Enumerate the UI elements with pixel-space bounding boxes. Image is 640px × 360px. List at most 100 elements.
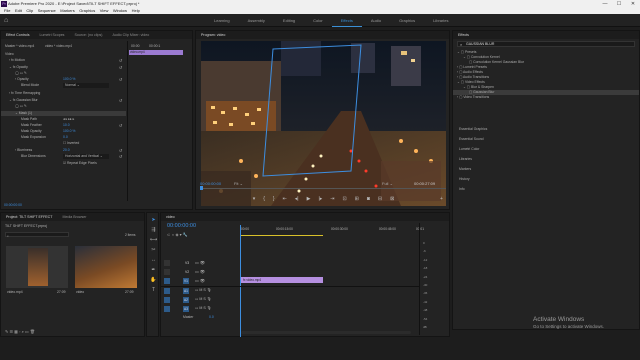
a1-target[interactable] [164,288,170,294]
project-search-input[interactable]: ⌕ [5,232,69,238]
workspace-audio[interactable]: Audio [362,14,390,27]
v1-label[interactable]: V1 [183,278,189,284]
panel-essential-sound[interactable]: Essential Sound [459,137,484,142]
ec-row-time-remapping[interactable]: › fx Time Remapping [9,91,40,96]
reset-icon[interactable]: ↺ [119,148,122,153]
timeline-toolbar-icons[interactable]: ⊂ ∩ ◈ ▾ 🔧 [167,232,188,237]
selection-tool-icon[interactable]: ➤ [150,217,157,224]
a2-controls[interactable]: ▭ M S 🎙 [195,297,211,301]
tab-timeline-video[interactable]: video [161,213,180,221]
tab-program[interactable]: Program: video [196,31,230,39]
type-icon[interactable]: T [150,287,157,294]
workspace-learning[interactable]: Learning [205,14,239,27]
mask-opacity-value[interactable]: 100.0 % [63,129,75,134]
panel-lumetri-color[interactable]: Lumetri Color [459,147,479,152]
workspace-effects[interactable]: Effects [331,14,362,27]
timeline-hscrollbar[interactable] [241,331,411,334]
a3-controls[interactable]: ▭ M S 🎙 [195,306,211,310]
a3-label[interactable]: A3 [183,306,189,312]
blur-dimensions-select[interactable]: Horizontal and Vertical ⌄ [63,154,109,159]
blend-mode-select[interactable]: Normal ⌄ [63,83,109,88]
minimize-button[interactable]: — [598,0,612,8]
ec-row-blurriness[interactable]: › Blurriness [15,148,32,153]
lift-icon[interactable]: ⊡ [342,196,346,208]
slip-icon[interactable]: ↔ [150,257,157,264]
mask-path-controls[interactable]: ◂ ▸ ▸▸ ▸ [63,117,74,122]
mark-in-icon[interactable]: { [263,196,265,208]
step-forward-icon[interactable]: |▸ [318,196,322,208]
v3-toggles[interactable]: ▭ 👁 [195,260,205,265]
close-button[interactable]: ✕ [626,0,640,8]
panel-info[interactable]: Info [459,187,465,192]
ec-row-opacity[interactable]: ⌄ fx Opacity [9,65,28,70]
ec-row-gaussian-blur[interactable]: ⌄ fx Gaussian Blur [9,98,38,103]
compare-icon[interactable]: ⊟ [378,196,382,208]
step-back-icon[interactable]: ◂| [295,196,299,208]
work-area-bar[interactable] [241,235,323,236]
play-icon[interactable]: ▶ [307,196,311,208]
workspace-assembly[interactable]: Assembly [239,14,274,27]
program-scrubber[interactable] [201,188,446,189]
tab-audio-clip-mixer[interactable]: Audio Clip Mixer: video [107,31,154,39]
project-footer-icons[interactable]: ✎ ☰ ▦ ◦ ⌕ ▭ 🗑 [5,329,35,334]
razor-icon[interactable]: ✂ [150,247,157,254]
master-value[interactable]: 0.0 [209,315,214,319]
track-select-icon[interactable]: ⇶ [150,227,157,234]
workspace-libraries[interactable]: Libraries [424,14,457,27]
effects-tree-video-transitions[interactable]: › ▢ Video Transitions [457,95,489,100]
pen-icon[interactable]: ✒ [150,267,157,274]
playhead-marker[interactable] [200,186,203,190]
ec-row-motion[interactable]: › fx Motion [9,58,25,63]
workspace-color[interactable]: Color [304,14,332,27]
mark-out-icon[interactable]: } [273,196,275,208]
ec-timecode[interactable]: 00:00:00:00 [4,203,22,208]
reset-icon[interactable]: ↺ [119,123,122,128]
add-button[interactable]: + [440,196,443,202]
project-thumb-1[interactable] [6,246,68,288]
export-frame-icon[interactable]: ◙ [367,196,370,208]
a3-target[interactable] [164,306,170,312]
tab-effects[interactable]: Effects [453,31,474,39]
reset-icon[interactable]: ↺ [119,154,122,159]
go-to-out-icon[interactable]: ⇥ [330,196,334,208]
repeat-edge-checkbox[interactable]: ☑ Repeat Edge Pixels [63,161,97,166]
panel-history[interactable]: History [459,177,470,182]
ripple-edit-icon[interactable]: ⟷ [150,237,157,244]
tab-lumetri-scopes[interactable]: Lumetri Scopes [35,31,70,39]
ec-gb-shape-icons[interactable]: ◯ ▭ ✎ [15,104,27,109]
reset-icon[interactable]: ↺ [119,58,122,63]
mask-expansion-value[interactable]: 0.0 [63,135,68,140]
tab-source[interactable]: Source: (no clips) [69,31,107,39]
effects-search-input[interactable]: ⌕ GAUSSIAN BLUR [457,41,635,47]
extract-icon[interactable]: ⊞ [355,196,359,208]
panel-essential-graphics[interactable]: Essential Graphics [459,127,487,132]
add-marker-icon[interactable]: ▾ [253,196,256,208]
reset-icon[interactable]: ↺ [119,65,122,70]
a1-controls[interactable]: ▭ M S 🎙 [195,288,211,292]
v2-target[interactable] [164,269,170,275]
hand-icon[interactable]: ✋ [150,277,157,284]
v3-target[interactable] [164,260,170,266]
resolution-select[interactable]: Full ⌄ [382,181,393,186]
panel-markers[interactable]: Markers [459,167,471,172]
project-thumb-2[interactable] [75,246,137,288]
blurriness-value[interactable]: 20.0 [63,148,70,153]
maximize-button[interactable]: ☐ [612,0,626,8]
a2-target[interactable] [164,297,170,303]
program-timecode[interactable]: 00:00:00:00 [200,181,221,186]
tab-project[interactable]: Project: TILT SHIFT EFFECT [1,213,57,221]
timeline-timecode[interactable]: 00:00:00:00 [167,223,196,229]
panel-libraries[interactable]: Libraries [459,157,472,162]
mask-feather-value[interactable]: 10.0 [63,123,70,128]
ec-row-mask-1[interactable]: ⌄ Mask (1) [1,111,126,116]
reset-icon[interactable]: ↺ [119,98,122,103]
workspace-graphics[interactable]: Graphics [390,14,424,27]
workspace-editing[interactable]: Editing [274,14,304,27]
v1-toggles[interactable]: ▭ 👁 [195,278,205,283]
ec-row-opacity-value[interactable]: › Opacity [15,77,29,82]
home-icon[interactable]: ⌂ [4,17,8,24]
tab-effect-controls[interactable]: Effect Controls [1,31,35,39]
opacity-value[interactable]: 100.0 % [63,77,75,82]
v1-target[interactable] [164,278,170,284]
vr-icon[interactable]: ⊠ [390,196,394,208]
